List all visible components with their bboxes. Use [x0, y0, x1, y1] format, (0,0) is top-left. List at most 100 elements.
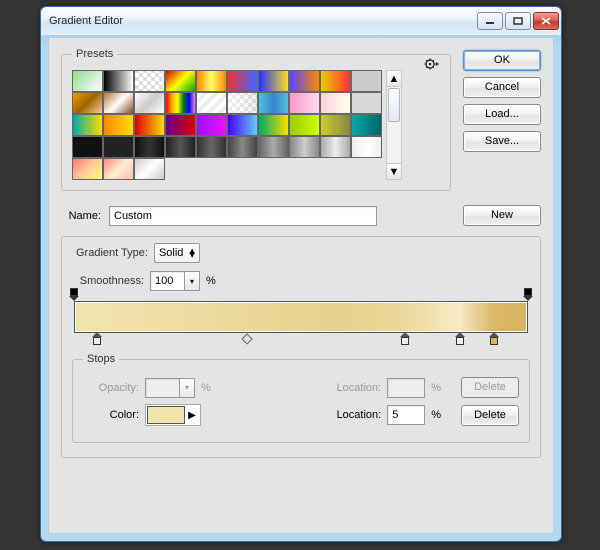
- opacity-label: Opacity:: [83, 382, 139, 394]
- opacity-stop[interactable]: [69, 288, 79, 302]
- preset-swatch[interactable]: [165, 70, 196, 92]
- preset-swatch[interactable]: [165, 136, 196, 158]
- preset-swatch[interactable]: [289, 92, 320, 114]
- preset-swatch[interactable]: [196, 92, 227, 114]
- preset-swatch[interactable]: [196, 70, 227, 92]
- preset-swatch[interactable]: [72, 92, 103, 114]
- color-location-label: Location:: [325, 409, 381, 421]
- titlebar[interactable]: Gradient Editor: [41, 7, 561, 35]
- preset-swatch[interactable]: [165, 114, 196, 136]
- color-stop[interactable]: [455, 332, 465, 346]
- new-button[interactable]: New: [463, 205, 541, 226]
- dialog-window: Gradient Editor Presets ▲ ▼: [40, 6, 562, 542]
- opacity-stop[interactable]: [523, 288, 533, 302]
- close-button[interactable]: [533, 12, 559, 30]
- preset-swatch[interactable]: [103, 114, 134, 136]
- chevron-down-icon[interactable]: ▾: [184, 271, 200, 291]
- preset-swatch[interactable]: [351, 92, 382, 114]
- gradient-bar[interactable]: [74, 301, 528, 333]
- presets-group: Presets ▲ ▼: [61, 48, 451, 191]
- gradient-type-value: Solid: [159, 247, 183, 259]
- opacity-input: ▾: [145, 378, 195, 398]
- scroll-up-icon[interactable]: ▲: [387, 71, 401, 87]
- stops-group: Stops Opacity: ▾ % Location: % Delete: [72, 353, 530, 443]
- color-well[interactable]: ▶: [145, 404, 201, 426]
- scroll-down-icon[interactable]: ▼: [387, 163, 401, 179]
- gradient-type-select[interactable]: Solid ▴▾: [154, 243, 200, 263]
- gradient-preview[interactable]: [74, 301, 528, 333]
- minimize-button[interactable]: [477, 12, 503, 30]
- color-menu-arrow-icon[interactable]: ▶: [185, 410, 199, 421]
- opacity-field: [145, 378, 179, 398]
- name-input[interactable]: [109, 206, 377, 226]
- preset-swatch[interactable]: [320, 70, 351, 92]
- gradient-settings-group: Gradient Type: Solid ▴▾ Smoothness: ▾ %: [61, 236, 541, 458]
- preset-swatch[interactable]: [289, 114, 320, 136]
- preset-swatch[interactable]: [258, 114, 289, 136]
- preset-scrollbar[interactable]: ▲ ▼: [386, 70, 402, 180]
- maximize-button[interactable]: [505, 12, 531, 30]
- preset-swatch[interactable]: [320, 114, 351, 136]
- percent-label: %: [431, 382, 441, 394]
- preset-swatch[interactable]: [289, 70, 320, 92]
- midpoint-handle[interactable]: [241, 333, 252, 344]
- preset-swatch[interactable]: [258, 136, 289, 158]
- preset-swatch[interactable]: [103, 158, 134, 180]
- smoothness-input[interactable]: ▾: [150, 271, 200, 291]
- opacity-location-field: [387, 378, 425, 398]
- preset-swatch[interactable]: [227, 136, 258, 158]
- scroll-thumb[interactable]: [388, 88, 400, 122]
- chevron-down-icon: ▾: [179, 378, 195, 398]
- preset-swatch[interactable]: [227, 70, 258, 92]
- opacity-location-label: Location:: [325, 382, 381, 394]
- preset-swatch[interactable]: [289, 136, 320, 158]
- preset-swatch[interactable]: [320, 136, 351, 158]
- stops-legend: Stops: [83, 353, 119, 365]
- preset-swatch[interactable]: [134, 70, 165, 92]
- preset-swatch[interactable]: [103, 70, 134, 92]
- ok-button[interactable]: OK: [463, 50, 541, 71]
- preset-swatch[interactable]: [227, 114, 258, 136]
- preset-swatch[interactable]: [134, 114, 165, 136]
- cancel-button[interactable]: Cancel: [463, 77, 541, 98]
- preset-swatch[interactable]: [351, 136, 382, 158]
- preset-swatch[interactable]: [134, 136, 165, 158]
- color-location-field[interactable]: [387, 405, 425, 425]
- preset-swatch[interactable]: [134, 158, 165, 180]
- smoothness-label: Smoothness:: [66, 275, 144, 287]
- preset-swatch[interactable]: [351, 70, 382, 92]
- preset-swatch[interactable]: [103, 136, 134, 158]
- load-button[interactable]: Load...: [463, 104, 541, 125]
- dialog-body: Presets ▲ ▼ OK Cancel: [48, 37, 554, 534]
- smoothness-field[interactable]: [150, 271, 184, 291]
- preset-swatch[interactable]: [258, 70, 289, 92]
- preset-swatch[interactable]: [351, 114, 382, 136]
- preset-swatch[interactable]: [196, 136, 227, 158]
- gradient-type-label: Gradient Type:: [76, 247, 148, 259]
- preset-swatch[interactable]: [320, 92, 351, 114]
- percent-label: %: [431, 409, 441, 421]
- preset-swatch[interactable]: [72, 114, 103, 136]
- gear-icon[interactable]: [424, 57, 440, 74]
- color-stop[interactable]: [489, 332, 499, 346]
- preset-swatch[interactable]: [72, 158, 103, 180]
- color-swatch[interactable]: [147, 406, 185, 424]
- preset-swatch[interactable]: [165, 92, 196, 114]
- save-button[interactable]: Save...: [463, 131, 541, 152]
- presets-legend: Presets: [72, 48, 117, 60]
- percent-label: %: [206, 275, 216, 287]
- delete-color-button[interactable]: Delete: [461, 405, 519, 426]
- color-stop[interactable]: [92, 332, 102, 346]
- percent-label: %: [201, 382, 211, 394]
- preset-swatch[interactable]: [258, 92, 289, 114]
- preset-swatch[interactable]: [134, 92, 165, 114]
- preset-swatch[interactable]: [103, 92, 134, 114]
- preset-swatch[interactable]: [227, 92, 258, 114]
- color-stop[interactable]: [400, 332, 410, 346]
- preset-swatch[interactable]: [196, 114, 227, 136]
- preset-swatch[interactable]: [72, 70, 103, 92]
- color-label: Color:: [83, 409, 139, 421]
- delete-opacity-button: Delete: [461, 377, 519, 398]
- preset-grid: [72, 70, 382, 180]
- preset-swatch[interactable]: [72, 136, 103, 158]
